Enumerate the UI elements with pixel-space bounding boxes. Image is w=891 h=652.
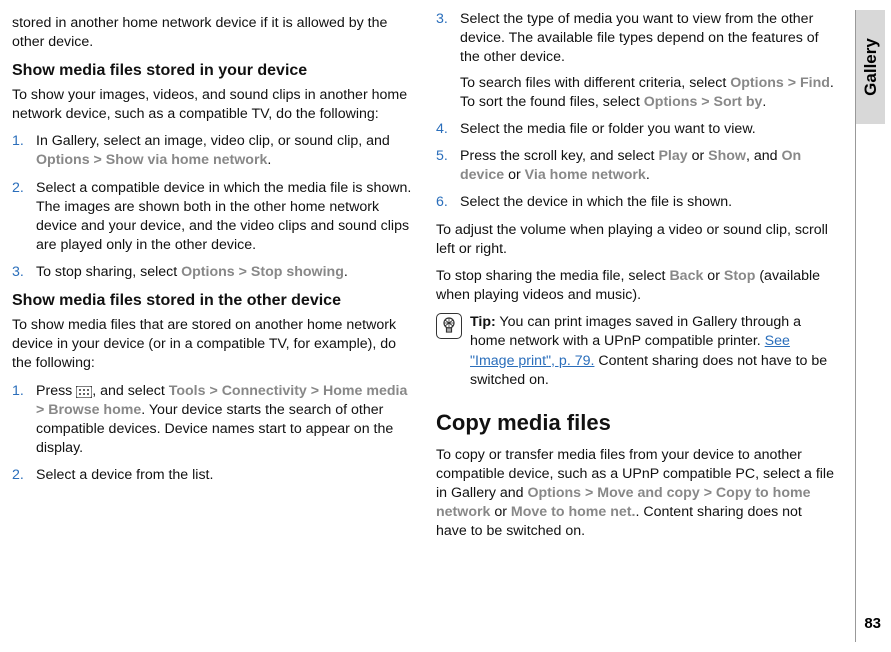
steps-list-b-continued: 3. Select the type of media you want to … [436,10,836,213]
side-tab-active: Gallery [856,10,885,124]
step-number: 1. [12,382,24,401]
steps-list-a: 1. In Gallery, select an image, video cl… [12,132,412,282]
text: or [688,148,709,164]
text: To stop sharing, select [36,264,181,280]
step-number: 2. [12,179,24,198]
menu-options: Options [644,94,698,110]
list-item: 6. Select the device in which the file i… [436,193,836,212]
paragraph: To show your images, videos, and sound c… [12,86,412,124]
list-item: 2. Select a device from the list. [12,466,412,485]
right-column: 3. Select the type of media you want to … [436,10,836,642]
list-item: 1. In Gallery, select an image, video cl… [12,132,412,170]
paragraph-copy: To copy or transfer media files from you… [436,446,836,542]
menu-options: Options [730,75,784,91]
heading-show-in-your-device: Show media files stored in your device [12,60,412,82]
menu-connectivity: Connectivity [222,383,307,399]
menu-home-media: Home media [323,383,407,399]
menu-move-and-copy: Move and copy [597,485,700,501]
left-column: stored in another home network device if… [12,10,412,642]
list-item: 5. Press the scroll key, and select Play… [436,147,836,185]
heading-show-in-other-device: Show media files stored in the other dev… [12,290,412,312]
text: To search files with different criteria,… [460,75,730,91]
paragraph: To show media files that are stored on a… [12,316,412,374]
text: or [490,504,511,520]
list-item: 4. Select the media file or folder you w… [436,120,836,139]
text: . [646,167,650,183]
text: Select the device in which the file is s… [460,194,732,210]
list-item: 1. Press , and select Tools > Connectivi… [12,382,412,459]
step-number: 3. [436,10,448,29]
menu-sort-by: Sort by [714,94,763,110]
step-number: 3. [12,263,24,282]
menu-key-icon [76,385,92,397]
menu-separator: > [36,402,48,418]
text: , and [746,148,782,164]
intro-continuation: stored in another home network device if… [12,14,412,52]
menu-separator: > [307,383,323,399]
paragraph-adjust-volume: To adjust the volume when playing a vide… [436,221,836,259]
step-number: 2. [12,466,24,485]
side-tab-label: Gallery [861,38,881,96]
menu-play: Play [658,148,687,164]
text: In Gallery, select an image, video clip,… [36,133,390,149]
paragraph-stop-sharing: To stop sharing the media file, select B… [436,267,836,305]
text: Select a compatible device in which the … [36,180,411,254]
tip-text: Tip: You can print images saved in Galle… [470,313,836,390]
menu-separator: > [581,485,597,501]
text: Press the scroll key, and select [460,148,658,164]
lightbulb-icon [436,313,462,339]
menu-via-home-network: Via home network [525,167,646,183]
menu-options: Options [181,264,235,280]
list-item: 3. To stop sharing, select Options > Sto… [12,263,412,282]
menu-show: Show [708,148,746,164]
heading-copy-media-files: Copy media files [436,408,836,438]
menu-separator: > [784,75,800,91]
menu-separator: > [206,383,222,399]
step-number: 1. [12,132,24,151]
menu-stop: Stop [724,268,756,284]
step-number: 6. [436,193,448,212]
text: or [504,167,525,183]
menu-separator: > [700,485,716,501]
tip-block: Tip: You can print images saved in Galle… [436,313,836,390]
menu-separator: > [90,152,106,168]
menu-tools: Tools [169,383,206,399]
text: To stop sharing the media file, select [436,268,669,284]
menu-separator: > [697,94,713,110]
steps-list-b: 1. Press , and select Tools > Connectivi… [12,382,412,486]
menu-stop-showing: Stop showing [251,264,344,280]
text: Press [36,383,76,399]
menu-separator: > [235,264,251,280]
menu-browse-home: Browse home [48,402,141,418]
side-tab: Gallery [855,10,885,642]
menu-find: Find [800,75,830,91]
text: or [703,268,724,284]
menu-options: Options [36,152,90,168]
text: . [344,264,348,280]
menu-move-to-home-net: Move to home net. [511,504,636,520]
page-content: stored in another home network device if… [0,0,891,652]
list-item: 3. Select the type of media you want to … [436,10,836,112]
page-number: 83 [864,615,881,632]
text: Select the media file or folder you want… [460,121,756,137]
menu-back: Back [669,268,703,284]
text: , and select [92,383,169,399]
paragraph: To search files with different criteria,… [460,74,836,112]
text: Select a device from the list. [36,467,213,483]
text: Select the type of media you want to vie… [460,11,819,65]
step-number: 5. [436,147,448,166]
text: You can print images saved in Gallery th… [470,314,801,349]
menu-show-via-home-network: Show via home network [106,152,268,168]
text: . [267,152,271,168]
menu-options: Options [527,485,581,501]
tip-label: Tip: [470,314,496,330]
list-item: 2. Select a compatible device in which t… [12,179,412,256]
step-number: 4. [436,120,448,139]
text: . [762,94,766,110]
